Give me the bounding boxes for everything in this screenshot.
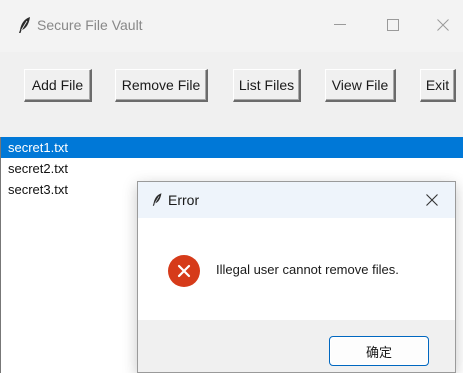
list-item[interactable]: secret1.txt — [1, 137, 463, 158]
minimize-icon — [334, 24, 346, 25]
maximize-button[interactable] — [373, 10, 413, 40]
maximize-icon — [387, 19, 399, 31]
add-file-button[interactable]: Add File — [24, 69, 92, 102]
list-item[interactable]: secret2.txt — [1, 158, 463, 179]
ok-button[interactable]: 确定 — [329, 336, 429, 366]
close-icon — [426, 194, 438, 206]
title-bar[interactable]: Secure File Vault — [0, 0, 463, 52]
exit-button[interactable]: Exit — [420, 69, 456, 102]
error-dialog: Error Illegal user cannot remove files. … — [137, 181, 456, 373]
remove-file-button[interactable]: Remove File — [115, 69, 208, 102]
toolbar: Add File Remove File List Files View Fil… — [0, 52, 463, 137]
dialog-title-bar[interactable]: Error — [138, 182, 455, 218]
minimize-button[interactable] — [320, 10, 360, 40]
window-title: Secure File Vault — [37, 17, 143, 33]
feather-icon — [18, 16, 32, 34]
error-icon — [168, 255, 200, 287]
close-icon — [437, 19, 449, 31]
dialog-close-button[interactable] — [414, 186, 450, 214]
view-file-button[interactable]: View File — [325, 69, 396, 102]
error-message: Illegal user cannot remove files. — [216, 262, 399, 277]
close-button[interactable] — [423, 10, 463, 40]
feather-icon — [152, 192, 163, 207]
dialog-title: Error — [168, 192, 200, 208]
list-files-button[interactable]: List Files — [233, 69, 301, 102]
dialog-footer: 确定 — [138, 320, 455, 372]
dialog-body: Illegal user cannot remove files. — [138, 218, 455, 320]
